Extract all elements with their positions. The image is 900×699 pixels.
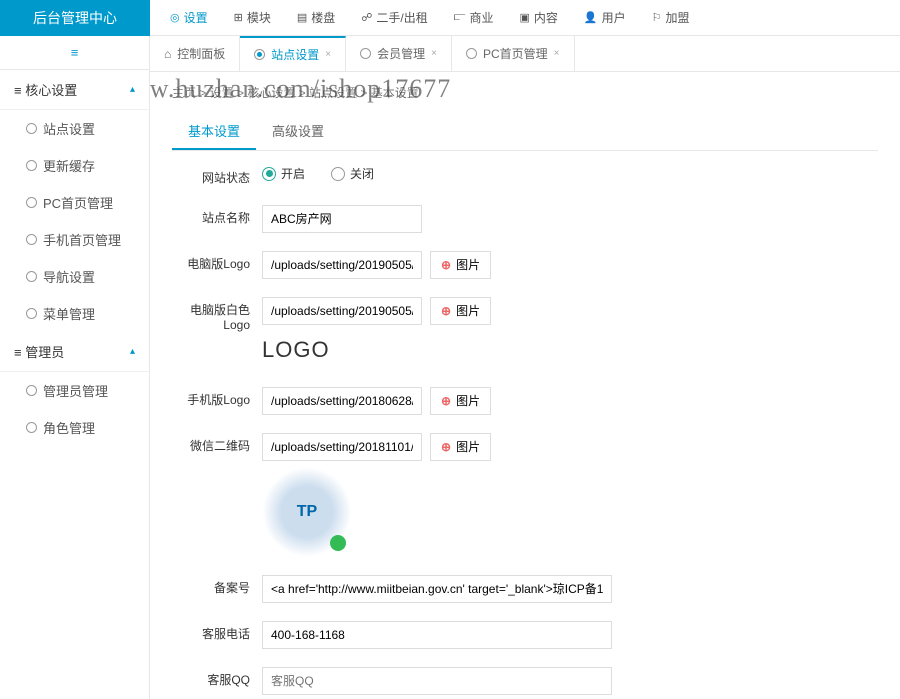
label-phone: 客服电话	[172, 621, 262, 643]
chevron-up-icon: ▴	[130, 346, 135, 357]
sidebar-item-site[interactable]: 站点设置	[0, 110, 149, 147]
nav-join[interactable]: ⚐加盟	[652, 9, 690, 26]
sidebar-item-pchome[interactable]: PC首页管理	[0, 184, 149, 221]
grid-icon: ⊞	[234, 11, 243, 24]
label-pclogo: 电脑版Logo	[172, 251, 262, 273]
tab-site-settings[interactable]: 站点设置×	[240, 36, 346, 71]
btn-upload-pclogo[interactable]: ⊕图片	[430, 251, 491, 279]
tab-pchome[interactable]: PC首页管理×	[452, 36, 575, 71]
building-icon: ▤	[297, 11, 307, 24]
nav-business[interactable]: ⫍商业	[454, 9, 494, 26]
radio-status-on[interactable]: 开启	[262, 165, 305, 182]
nav-user[interactable]: 👤用户	[584, 9, 626, 26]
menu-icon: ≡	[71, 45, 79, 60]
label-pcwhitelogo: 电脑版白色Logo	[172, 297, 262, 334]
btn-upload-pcwhitelogo[interactable]: ⊕图片	[430, 297, 491, 325]
nav-rent[interactable]: ☍二手/出租	[361, 9, 427, 26]
plus-icon: ⊕	[441, 304, 451, 318]
radio-icon	[466, 48, 477, 59]
breadcrumb: https://www.huzhan.com/ishop17677 主页 > 设…	[150, 72, 900, 113]
input-qq[interactable]	[262, 667, 612, 695]
sidebar-item-role[interactable]: 角色管理	[0, 409, 149, 446]
sidebar-collapse[interactable]: ≡	[0, 36, 149, 70]
input-wechatqr[interactable]	[262, 433, 422, 461]
radio-status-off[interactable]: 关闭	[331, 165, 374, 182]
sidebar-item-cache[interactable]: 更新缓存	[0, 147, 149, 184]
nav-content[interactable]: ▣内容	[520, 9, 558, 26]
sidebar-item-nav[interactable]: 导航设置	[0, 258, 149, 295]
plus-icon: ⊕	[441, 394, 451, 408]
page-tabs: ⌂控制面板 站点设置× 会员管理× PC首页管理×	[150, 36, 900, 72]
label-beian: 备案号	[172, 575, 262, 597]
sub-tabs: 基本设置 高级设置	[172, 113, 878, 151]
btn-upload-mobilelogo[interactable]: ⊕图片	[430, 387, 491, 415]
subtab-advanced[interactable]: 高级设置	[256, 113, 340, 150]
input-sitename[interactable]	[262, 205, 422, 233]
link-icon: ☍	[361, 11, 372, 24]
qr-preview: TP	[262, 467, 352, 557]
input-phone[interactable]	[262, 621, 612, 649]
radio-icon	[254, 49, 265, 60]
sidebar-group-core[interactable]: ≡ 核心设置▴	[0, 70, 149, 110]
label-mobilelogo: 手机版Logo	[172, 387, 262, 409]
doc-icon: ▣	[520, 11, 530, 24]
radio-icon	[360, 48, 371, 59]
input-pclogo[interactable]	[262, 251, 422, 279]
input-beian[interactable]	[262, 575, 612, 603]
flag-icon: ⚐	[652, 11, 662, 24]
plus-icon: ⊕	[441, 258, 451, 272]
nav-settings[interactable]: ◎设置	[170, 9, 208, 26]
tab-dashboard[interactable]: ⌂控制面板	[150, 36, 240, 71]
nav-module[interactable]: ⊞模块	[234, 9, 271, 26]
label-sitename: 站点名称	[172, 205, 262, 227]
subtab-basic[interactable]: 基本设置	[172, 113, 256, 150]
chevron-up-icon: ▴	[130, 84, 135, 95]
label-wechatqr: 微信二维码	[172, 433, 262, 455]
chart-icon: ⫍	[454, 11, 466, 24]
sidebar: ≡ ≡ 核心设置▴ 站点设置 更新缓存 PC首页管理 手机首页管理 导航设置 菜…	[0, 36, 150, 699]
gear-icon: ◎	[170, 11, 180, 24]
nav-loupan[interactable]: ▤楼盘	[297, 9, 335, 26]
settings-form: 网站状态 开启 关闭 站点名称 电脑版Logo ⊕图片 电脑版白色Logo	[150, 151, 900, 699]
sidebar-group-admin[interactable]: ≡ 管理员▴	[0, 332, 149, 372]
sidebar-item-mobilehome[interactable]: 手机首页管理	[0, 221, 149, 258]
user-icon: 👤	[584, 11, 598, 24]
input-mobilelogo[interactable]	[262, 387, 422, 415]
btn-upload-wechatqr[interactable]: ⊕图片	[430, 433, 491, 461]
close-icon[interactable]: ×	[325, 49, 331, 60]
sidebar-item-menu[interactable]: 菜单管理	[0, 295, 149, 332]
logo-preview: LOGO	[262, 331, 878, 369]
close-icon[interactable]: ×	[431, 48, 437, 59]
close-icon[interactable]: ×	[554, 48, 560, 59]
input-pcwhitelogo[interactable]	[262, 297, 422, 325]
home-icon: ⌂	[164, 47, 171, 61]
top-nav: ◎设置 ⊞模块 ▤楼盘 ☍二手/出租 ⫍商业 ▣内容 👤用户 ⚐加盟	[150, 0, 900, 36]
label-status: 网站状态	[172, 165, 262, 187]
app-logo: 后台管理中心	[0, 0, 150, 36]
plus-icon: ⊕	[441, 440, 451, 454]
tab-member[interactable]: 会员管理×	[346, 36, 452, 71]
sidebar-item-adminmgr[interactable]: 管理员管理	[0, 372, 149, 409]
label-qq: 客服QQ	[172, 667, 262, 689]
